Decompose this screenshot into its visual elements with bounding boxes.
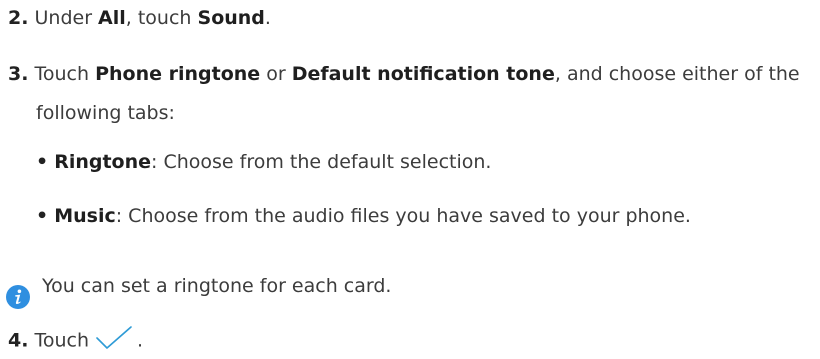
- bullet-ringtone: • Ringtone: Choose from the default sele…: [36, 150, 491, 174]
- ringtone-tab-label: Ringtone: [54, 151, 152, 173]
- note-text: You can set a ringtone for each card.: [42, 275, 392, 297]
- step-text: or: [260, 63, 292, 85]
- step-text: Touch: [28, 329, 90, 352]
- step-2: 2. Under All, touch Sound.: [8, 6, 271, 30]
- bullet-text: : Choose from the default selection.: [151, 151, 492, 173]
- menu-all-label: All: [98, 7, 126, 29]
- menu-sound-label: Sound: [197, 7, 265, 29]
- bullet-music: • Music: Choose from the audio files you…: [36, 204, 691, 228]
- note: You can set a ringtone for each card.: [42, 274, 391, 298]
- step-text: , touch: [125, 7, 198, 29]
- info-icon: [6, 285, 30, 309]
- checkmark-icon: [96, 326, 132, 349]
- bullet-icon: •: [36, 205, 49, 227]
- step-text: , and choose either of the: [554, 63, 800, 85]
- music-tab-label: Music: [54, 205, 116, 227]
- step-number: 4.: [8, 329, 29, 352]
- step-text: following tabs:: [36, 102, 175, 124]
- step-number: 2.: [8, 7, 29, 29]
- step-4: 4. Touch .: [8, 326, 144, 354]
- step-3: 3. Touch Phone ringtone or Default notif…: [8, 62, 800, 86]
- phone-ringtone-label: Phone ringtone: [95, 63, 261, 85]
- default-notification-tone-label: Default notification tone: [291, 63, 555, 85]
- step-text: Under: [28, 7, 99, 29]
- step-text: Touch: [28, 63, 96, 85]
- bullet-icon: •: [36, 151, 49, 173]
- step-text: .: [137, 329, 144, 352]
- step-3-continuation: following tabs:: [36, 101, 175, 125]
- step-text: .: [264, 7, 271, 29]
- step-number: 3.: [8, 63, 29, 85]
- bullet-text: : Choose from the audio files you have s…: [115, 205, 691, 227]
